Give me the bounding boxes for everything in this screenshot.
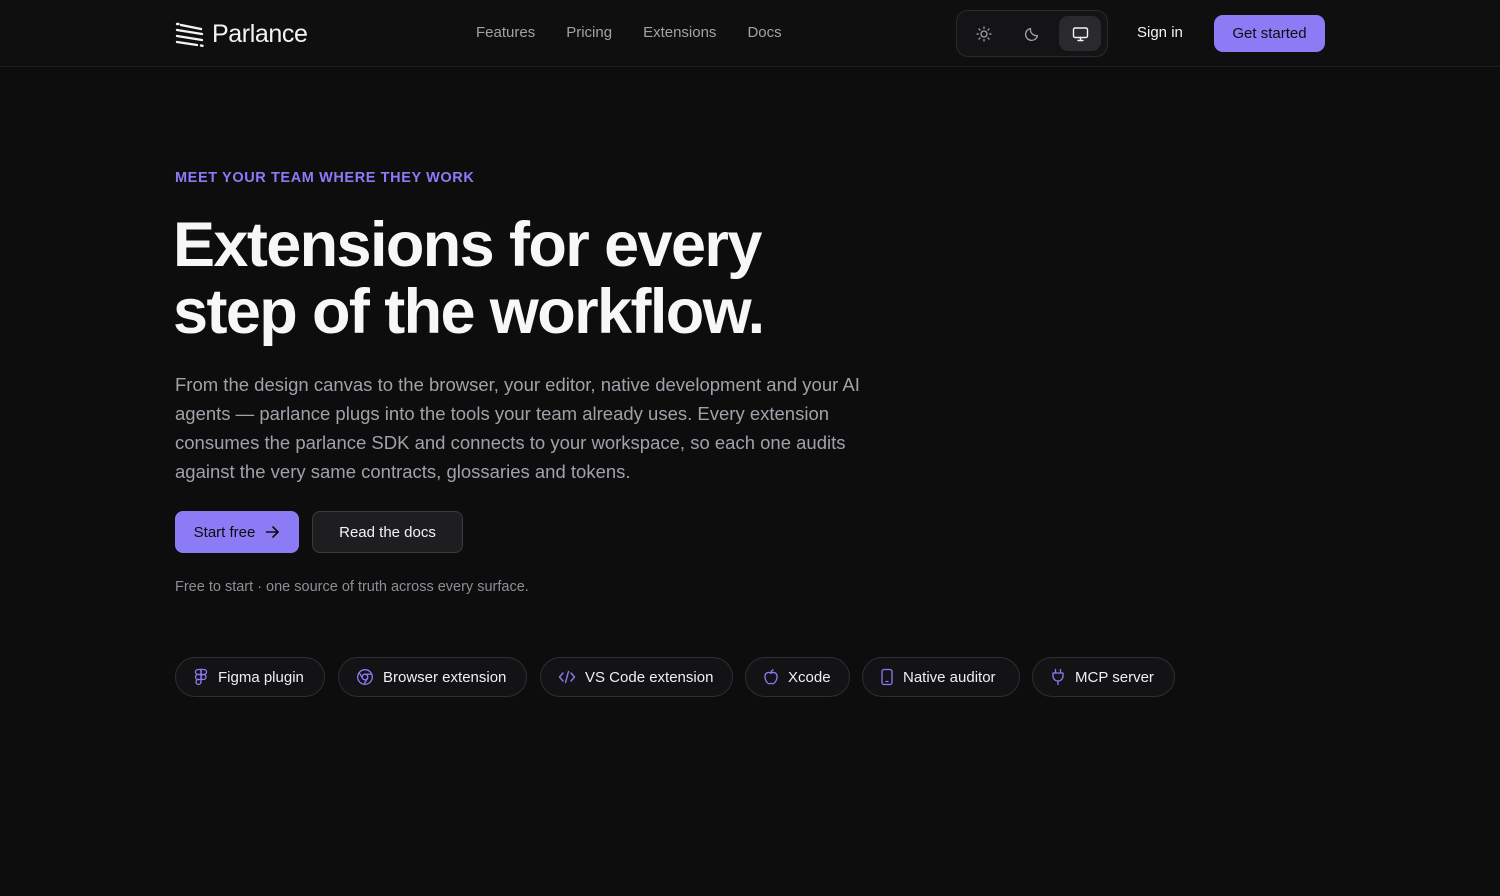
- extension-pill-browser[interactable]: Browser extension: [338, 657, 527, 697]
- theme-system-button[interactable]: [1059, 16, 1101, 51]
- extension-label: Figma plugin: [218, 668, 304, 686]
- extension-pill-vscode[interactable]: VS Code extension: [540, 657, 733, 697]
- nav-extensions[interactable]: Extensions: [643, 24, 716, 41]
- arrow-right-icon: [266, 526, 280, 538]
- phone-icon: [881, 668, 893, 686]
- extension-pill-mcp-server[interactable]: MCP server: [1032, 657, 1175, 697]
- extension-label: Browser extension: [383, 668, 507, 686]
- hero-fine-print: Free to start · one source of truth acro…: [175, 579, 529, 595]
- headline-line-1: Extensions for every: [173, 210, 762, 280]
- nav-features[interactable]: Features: [476, 24, 535, 41]
- sun-icon: [976, 25, 992, 42]
- sign-in-link[interactable]: Sign in: [1137, 24, 1183, 41]
- headline-line-2: step of the workflow.: [173, 277, 765, 347]
- extension-pill-native-auditor[interactable]: Native auditor: [862, 657, 1020, 697]
- hero-headline: Extensions for every step of the workflo…: [173, 212, 893, 346]
- figma-icon: [194, 668, 208, 686]
- extension-pill-figma[interactable]: Figma plugin: [175, 657, 325, 697]
- get-started-button[interactable]: Get started: [1214, 15, 1325, 52]
- start-free-label: Start free: [193, 523, 256, 541]
- brand-name: Parlance: [212, 19, 308, 48]
- apple-icon: [764, 669, 778, 685]
- brand-logo[interactable]: Parlance: [175, 19, 308, 49]
- extension-label: Xcode: [788, 668, 831, 686]
- theme-switcher: [956, 10, 1108, 57]
- hero-description: From the design canvas to the browser, y…: [175, 374, 860, 482]
- nav-pricing[interactable]: Pricing: [566, 24, 612, 41]
- extension-pill-xcode[interactable]: Xcode: [745, 657, 850, 697]
- theme-light-button[interactable]: [963, 16, 1005, 51]
- plug-icon: [1052, 668, 1064, 686]
- main-nav: Features Pricing Extensions Docs: [476, 24, 782, 41]
- code-icon: [558, 670, 576, 684]
- parlance-logo-icon: [175, 22, 204, 47]
- theme-dark-button[interactable]: [1011, 16, 1053, 51]
- monitor-icon: [1072, 26, 1088, 41]
- extension-label: MCP server: [1075, 668, 1154, 686]
- extension-label: VS Code extension: [585, 668, 714, 686]
- chrome-icon: [357, 669, 373, 685]
- nav-docs[interactable]: Docs: [747, 24, 781, 41]
- hero-eyebrow: MEET YOUR TEAM WHERE THEY WORK: [175, 170, 475, 186]
- moon-icon: [1024, 27, 1039, 41]
- site-header: Parlance Features Pricing Extensions Doc…: [0, 0, 1500, 67]
- read-docs-button[interactable]: Read the docs: [312, 511, 463, 553]
- extension-label: Native auditor: [903, 668, 996, 686]
- start-free-button[interactable]: Start free: [175, 511, 299, 553]
